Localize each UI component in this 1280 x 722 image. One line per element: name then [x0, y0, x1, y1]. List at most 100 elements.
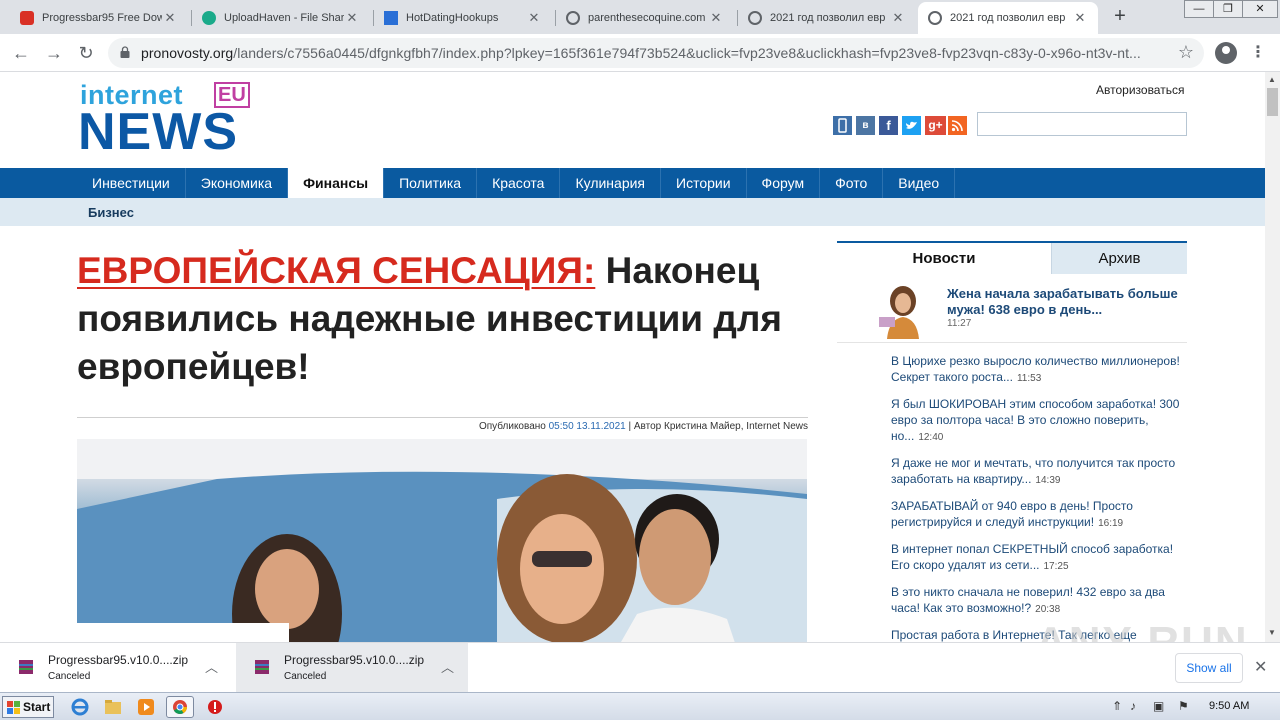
close-tab-icon[interactable]: ✕: [162, 10, 178, 26]
download-item-2[interactable]: Progressbar95.v10.0....zip Canceled ︿: [236, 643, 468, 692]
meta-date: 05:50 13.11.2021: [548, 421, 626, 432]
close-download-bar-icon[interactable]: ✕: [1254, 657, 1267, 677]
tab-strip: Progressbar95 Free Dow ✕ UploadHaven - F…: [0, 0, 1280, 34]
volume-icon[interactable]: ♪: [1130, 699, 1136, 713]
nav-item-investments[interactable]: Инвестиции: [77, 168, 186, 198]
nav-item-politics[interactable]: Политика: [384, 168, 478, 198]
close-tab-icon[interactable]: ✕: [526, 10, 542, 26]
chevron-up-icon[interactable]: ︿: [441, 657, 454, 676]
show-all-downloads-button[interactable]: Show all: [1175, 653, 1243, 683]
url-path: /landers/c7556a0445/dfgnkgfbh7/index.php…: [233, 45, 1141, 61]
reload-button[interactable]: ↻: [74, 41, 98, 65]
network-icon[interactable]: ▣: [1153, 699, 1164, 713]
browser-tab-3[interactable]: HotDatingHookups ✕: [374, 2, 552, 34]
close-tab-icon[interactable]: ✕: [890, 10, 906, 26]
forward-button[interactable]: →: [42, 41, 66, 65]
news-item[interactable]: Я был ШОКИРОВАН этим способом заработка!…: [891, 396, 1183, 446]
nav-item-beauty[interactable]: Красота: [477, 168, 561, 198]
action-center-flag-icon[interactable]: ⚑: [1178, 699, 1189, 713]
login-link[interactable]: Авторизоваться: [1096, 83, 1184, 97]
browser-tab-2[interactable]: UploadHaven - File Shari ✕: [192, 2, 370, 34]
back-button[interactable]: ←: [9, 41, 33, 65]
news-time: 16:19: [1098, 518, 1124, 529]
close-tab-icon[interactable]: ✕: [708, 10, 724, 26]
tab-archive[interactable]: Архив: [1051, 243, 1187, 274]
media-player-icon[interactable]: [136, 697, 156, 717]
nav-item-stories[interactable]: Истории: [661, 168, 747, 198]
page-scrollbar[interactable]: ▲ ▼: [1265, 72, 1280, 642]
internet-explorer-icon[interactable]: [70, 697, 90, 717]
site-search-input[interactable]: [977, 112, 1187, 136]
vk-icon[interactable]: в: [856, 116, 875, 135]
winrar-archive-icon: [255, 660, 269, 674]
globe-icon: [928, 11, 942, 25]
tab-news[interactable]: Новости: [837, 243, 1051, 274]
taskbar-clock: 9:50 AM: [1209, 700, 1250, 712]
logo-news: NEWS: [78, 103, 238, 161]
news-time: 11:53: [1016, 373, 1042, 384]
news-item[interactable]: В это никто сначала не поверил! 432 евро…: [891, 584, 1183, 618]
start-button[interactable]: Start: [2, 696, 54, 718]
news-time: 14:39: [1035, 475, 1061, 486]
news-item[interactable]: В Цюрихе резко выросло количество миллио…: [891, 353, 1183, 387]
nav-item-video[interactable]: Видео: [883, 168, 956, 198]
meta-author: | Автор Кристина Майер, Internet News: [625, 421, 809, 432]
windows-flag-icon: [7, 701, 20, 714]
close-tab-icon[interactable]: ✕: [1072, 10, 1088, 26]
facebook-icon[interactable]: f: [879, 116, 898, 135]
tab-title: Progressbar95 Free Dow: [42, 12, 162, 24]
browser-tab-4[interactable]: parenthesecoquine.com ✕: [556, 2, 734, 34]
twitter-icon[interactable]: [902, 116, 921, 135]
browser-toolbar: ← → ↻ pronovosty.org/landers/c7556a0445/…: [0, 34, 1280, 72]
sidebar-tabs: Новости Архив: [837, 241, 1187, 274]
download-status: Canceled: [284, 671, 327, 682]
hotdating-favicon-icon: [384, 11, 398, 25]
featured-news-item[interactable]: Жена начала зарабатывать больше мужа! 63…: [837, 277, 1187, 343]
browser-menu-icon[interactable]: ⋮: [1250, 42, 1266, 62]
scroll-up-arrow-icon[interactable]: ▲: [1268, 75, 1276, 84]
nav-item-photo[interactable]: Фото: [820, 168, 884, 198]
blank-overlay: [0, 623, 289, 643]
address-bar[interactable]: pronovosty.org/landers/c7556a0445/dfgnkg…: [108, 38, 1204, 68]
main-navigation: Инвестиции Экономика Финансы Политика Кр…: [0, 168, 1265, 198]
chrome-taskbar-button[interactable]: [166, 696, 194, 718]
nav-item-forum[interactable]: Форум: [747, 168, 821, 198]
maximize-button[interactable]: ❐: [1213, 0, 1243, 18]
start-label: Start: [23, 700, 51, 714]
scrollbar-thumb[interactable]: [1267, 88, 1278, 116]
nav-item-finance[interactable]: Финансы: [288, 168, 385, 198]
news-item[interactable]: Я даже не мог и мечтать, что получится т…: [891, 455, 1183, 489]
article-photo-illustration: [77, 439, 807, 642]
new-tab-button[interactable]: +: [1108, 5, 1132, 29]
account-avatar-icon[interactable]: [1215, 42, 1237, 64]
nav-item-economy[interactable]: Экономика: [186, 168, 289, 198]
web-page: internet EU NEWS Авторизоваться в f g+ И…: [0, 72, 1265, 642]
mobile-icon[interactable]: [833, 116, 852, 135]
news-item[interactable]: В интернет попал СЕКРЕТНЫЙ способ зарабо…: [891, 541, 1183, 575]
googleplus-icon[interactable]: g+: [925, 116, 946, 135]
close-tab-icon[interactable]: ✕: [344, 10, 360, 26]
browser-tab-6-active[interactable]: 2021 год позволил евр ✕: [918, 2, 1098, 34]
browser-tab-1[interactable]: Progressbar95 Free Dow ✕: [10, 2, 188, 34]
browser-tab-5[interactable]: 2021 год позволил евр ✕: [738, 2, 916, 34]
file-explorer-icon[interactable]: [103, 697, 123, 717]
scroll-down-arrow-icon[interactable]: ▼: [1268, 628, 1276, 637]
minimize-button[interactable]: —: [1184, 0, 1214, 18]
globe-icon: [566, 11, 580, 25]
tray-expand-icon[interactable]: ⇑: [1112, 699, 1122, 713]
nav-item-cooking[interactable]: Кулинария: [560, 168, 662, 198]
featured-news-thumbnail: [877, 283, 929, 339]
close-window-button[interactable]: ✕: [1242, 0, 1278, 18]
meta-prefix: Опубликовано: [478, 421, 549, 432]
site-logo[interactable]: internet EU NEWS: [78, 80, 260, 161]
url-text: pronovosty.org/landers/c7556a0445/dfgnkg…: [141, 45, 1151, 61]
antivirus-stop-icon[interactable]: [205, 697, 225, 717]
bookmark-star-icon[interactable]: ☆: [1178, 42, 1194, 63]
subnav-item-business[interactable]: Бизнес: [88, 205, 134, 220]
tab-title: 2021 год позволил евр: [950, 12, 1066, 24]
download-item-1[interactable]: Progressbar95.v10.0....zip Canceled ︿: [0, 643, 232, 692]
chevron-up-icon[interactable]: ︿: [205, 657, 218, 676]
news-time: 20:38: [1035, 604, 1061, 615]
news-item[interactable]: ЗАРАБАТЫВАЙ от 940 евро в день! Просто р…: [891, 498, 1183, 532]
rss-icon[interactable]: [948, 116, 967, 135]
